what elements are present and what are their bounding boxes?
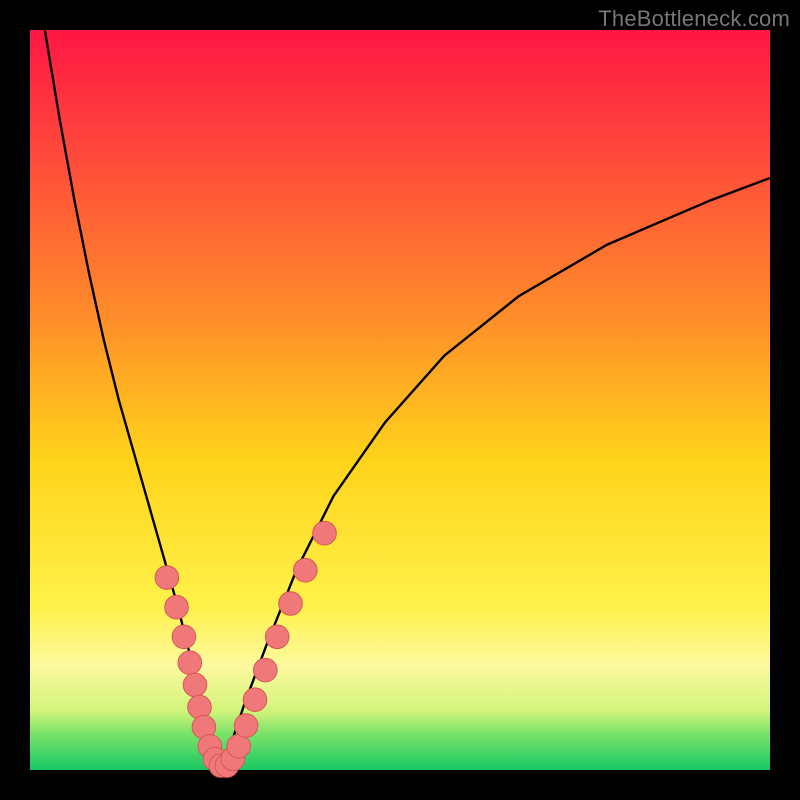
scatter-dot xyxy=(178,651,202,675)
scatter-dot xyxy=(155,566,179,590)
scatter-dot xyxy=(234,714,258,738)
scatter-dot xyxy=(172,625,196,649)
plot-area xyxy=(30,30,770,770)
scatter-dot xyxy=(265,625,289,649)
scatter-dot xyxy=(254,658,278,682)
curve-right-branch xyxy=(221,178,770,770)
scatter-dot xyxy=(243,688,267,712)
scatter-dot xyxy=(294,558,318,582)
watermark-text: TheBottleneck.com xyxy=(598,6,790,32)
scatter-dot xyxy=(183,673,207,697)
scatter-dot xyxy=(313,521,337,545)
scatter-dot xyxy=(227,735,251,759)
scatter-dot xyxy=(188,695,212,719)
scatter-dot xyxy=(165,595,189,619)
scatter-dot xyxy=(279,592,303,616)
chart-svg xyxy=(30,30,770,770)
outer-frame: TheBottleneck.com xyxy=(0,0,800,800)
